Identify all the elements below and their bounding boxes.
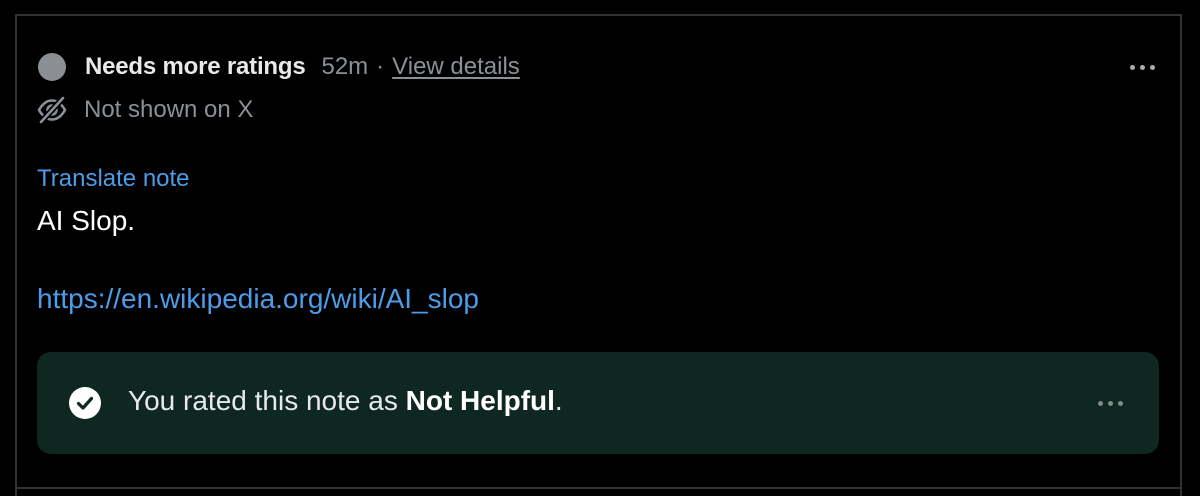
note-body: AI Slop. (37, 205, 136, 236)
more-options-button[interactable] (1124, 56, 1160, 78)
status-dot-icon (38, 53, 66, 81)
status-separator: · (376, 53, 385, 80)
eye-slash-icon (37, 95, 67, 125)
visibility-row: Not shown on X (36, 92, 253, 128)
rating-more-options-button[interactable] (1092, 392, 1128, 414)
rating-value: Not Helpful (405, 385, 555, 416)
more-dot-icon (1129, 64, 1135, 70)
status-title: Needs more ratings (85, 53, 306, 80)
rating-message: You rated this note as Not Helpful. (128, 385, 563, 417)
more-dot-icon (1117, 400, 1123, 406)
note-source-link[interactable]: https://en.wikipedia.org/wiki/AI_slop (37, 283, 479, 315)
status-timestamp: 52m (321, 53, 369, 80)
view-details-link[interactable]: View details (392, 53, 520, 81)
card-divider (15, 487, 1182, 489)
more-dot-icon (1149, 64, 1155, 70)
check-circle-icon (69, 387, 101, 419)
rating-prefix: You rated this note as (128, 385, 406, 416)
note-status-row: Needs more ratings 52m · View details (38, 50, 520, 84)
translate-note-link[interactable]: Translate note (37, 165, 190, 193)
visibility-text: Not shown on X (84, 96, 254, 123)
more-dot-icon (1139, 64, 1145, 70)
rating-banner: You rated this note as Not Helpful. (37, 352, 1159, 454)
rating-suffix: . (554, 385, 563, 416)
more-dot-icon (1097, 400, 1103, 406)
more-dot-icon (1107, 400, 1113, 406)
